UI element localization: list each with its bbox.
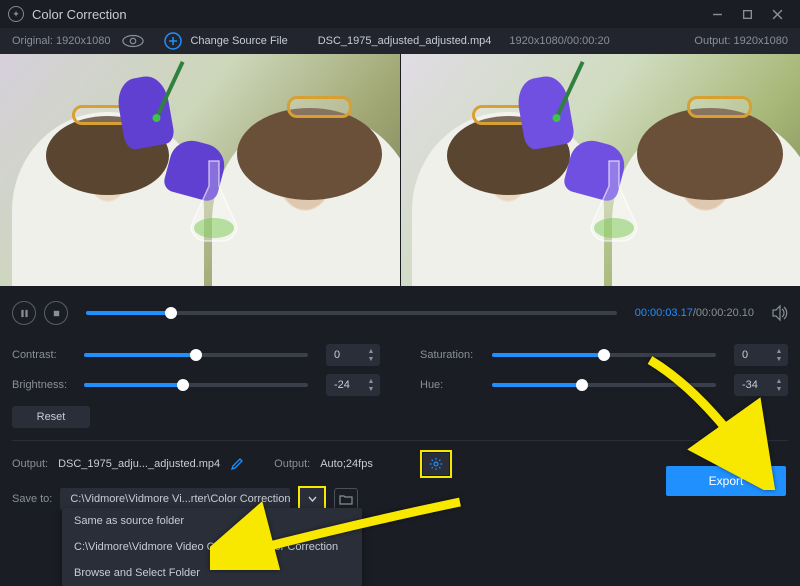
save-path-dropdown-button[interactable] [300, 488, 324, 510]
output-settings-label: Output: [274, 458, 310, 470]
contrast-row: Contrast: 0▲▼ [12, 340, 380, 370]
saturation-value-box[interactable]: 0▲▼ [734, 344, 788, 366]
hue-row: Hue: -34▲▼ [420, 370, 788, 400]
add-source-icon[interactable] [164, 32, 182, 50]
brightness-row: Brightness: -24▲▼ [12, 370, 380, 400]
dropdown-item-same-as-source[interactable]: Same as source folder [62, 508, 362, 534]
output-settings-value: Auto;24fps [320, 458, 410, 470]
original-resolution: Original: 1920x1080 [12, 35, 110, 47]
original-preview [0, 54, 400, 286]
volume-icon[interactable] [770, 304, 788, 322]
hue-value-box[interactable]: -34▲▼ [734, 374, 788, 396]
hue-step-down[interactable]: ▼ [774, 385, 784, 393]
preview-area [0, 54, 800, 286]
contrast-slider[interactable] [84, 353, 308, 357]
minimize-button[interactable] [702, 4, 732, 24]
brightness-slider[interactable] [84, 383, 308, 387]
saturation-step-down[interactable]: ▼ [774, 355, 784, 363]
export-button[interactable]: Export [666, 466, 786, 496]
output-file-name: DSC_1975_adju..._adjusted.mp4 [58, 458, 220, 470]
source-filename: DSC_1975_adjusted_adjusted.mp4 [318, 35, 492, 47]
maximize-button[interactable] [732, 4, 762, 24]
playback-time: 00:00:03.17/00:00:20.10 [635, 307, 754, 319]
open-folder-button[interactable] [334, 488, 358, 510]
saturation-slider[interactable] [492, 353, 716, 357]
folder-icon [339, 494, 353, 505]
gear-icon [429, 457, 443, 471]
seek-bar[interactable] [86, 311, 617, 315]
saturation-row: Saturation: 0▲▼ [420, 340, 788, 370]
settings-highlight [420, 450, 452, 478]
output-settings-button[interactable] [423, 453, 449, 475]
save-path-field[interactable]: C:\Vidmore\Vidmore Vi...rter\Color Corre… [60, 488, 290, 510]
window-title: Color Correction [32, 7, 702, 22]
adjusted-preview [400, 54, 800, 286]
pause-button[interactable] [12, 301, 36, 325]
app-logo-icon: ✦ [8, 6, 24, 22]
contrast-step-up[interactable]: ▲ [366, 347, 376, 355]
dropdown-item-browse[interactable]: Browse and Select Folder [62, 560, 362, 586]
preview-toggle-icon[interactable] [122, 34, 144, 48]
source-meta: 1920x1080/00:00:20 [509, 35, 694, 47]
brightness-step-up[interactable]: ▲ [366, 377, 376, 385]
hue-step-up[interactable]: ▲ [774, 377, 784, 385]
save-to-label: Save to: [12, 493, 52, 505]
chevron-down-icon [308, 496, 317, 502]
contrast-value-box[interactable]: 0▲▼ [326, 344, 380, 366]
reset-button[interactable]: Reset [12, 406, 90, 428]
saturation-label: Saturation: [420, 349, 492, 361]
change-source-link[interactable]: Change Source File [190, 35, 287, 47]
output-resolution: Output: 1920x1080 [694, 35, 788, 47]
stop-button[interactable] [44, 301, 68, 325]
dropdown-item-recent-path[interactable]: C:\Vidmore\Vidmore Video Converter\Color… [62, 534, 362, 560]
hue-label: Hue: [420, 379, 492, 391]
save-path-dropdown: Same as source folder C:\Vidmore\Vidmore… [62, 508, 362, 586]
brightness-label: Brightness: [12, 379, 84, 391]
brightness-value-box[interactable]: -24▲▼ [326, 374, 380, 396]
brightness-step-down[interactable]: ▼ [366, 385, 376, 393]
info-bar: Original: 1920x1080 Change Source File D… [0, 28, 800, 54]
contrast-label: Contrast: [12, 349, 84, 361]
hue-slider[interactable] [492, 383, 716, 387]
playback-row: 00:00:03.17/00:00:20.10 [12, 296, 788, 330]
saturation-step-up[interactable]: ▲ [774, 347, 784, 355]
titlebar: ✦ Color Correction [0, 0, 800, 28]
output-file-label: Output: [12, 458, 48, 470]
rename-icon[interactable] [230, 457, 244, 471]
contrast-step-down[interactable]: ▼ [366, 355, 376, 363]
close-button[interactable] [762, 4, 792, 24]
